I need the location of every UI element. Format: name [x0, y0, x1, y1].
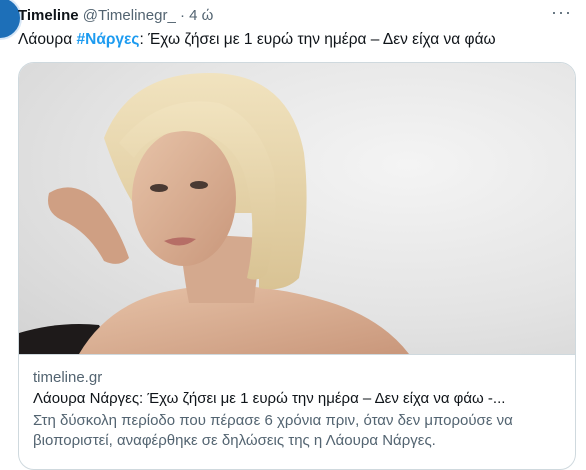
- tweet-header: Timeline @Timelinegr_ · 4 ώ: [18, 6, 566, 26]
- card-title[interactable]: Λάουρα Νάργες: Έχω ζήσει με 1 ευρώ την η…: [33, 389, 561, 409]
- tweet-text-prefix: Λάουρα: [18, 31, 77, 48]
- card-image[interactable]: [19, 63, 575, 354]
- tweet-text: Λάουρα #Νάργες: Έχω ζήσει με 1 ευρώ την …: [18, 30, 576, 50]
- author-name[interactable]: Timeline: [18, 7, 79, 24]
- card-meta: timeline.gr Λάουρα Νάργες: Έχω ζήσει με …: [19, 354, 575, 469]
- more-options-icon[interactable]: ···: [551, 2, 572, 23]
- card-description: Στη δύσκολη περίοδο που πέρασε 6 χρόνια …: [33, 412, 513, 449]
- author-handle[interactable]: @Timelinegr_: [83, 7, 176, 24]
- link-preview-card[interactable]: timeline.gr Λάουρα Νάργες: Έχω ζήσει με …: [18, 62, 576, 470]
- hashtag-link[interactable]: #Νάργες: [77, 31, 140, 48]
- tweet-text-suffix: : Έχω ζήσει με 1 ευρώ την ημέρα – Δεν εί…: [139, 31, 496, 48]
- card-domain: timeline.gr: [33, 369, 103, 386]
- portrait-photo: [19, 73, 409, 354]
- separator-dot: ·: [175, 7, 190, 24]
- tweet-timestamp[interactable]: 4 ώ: [189, 7, 213, 24]
